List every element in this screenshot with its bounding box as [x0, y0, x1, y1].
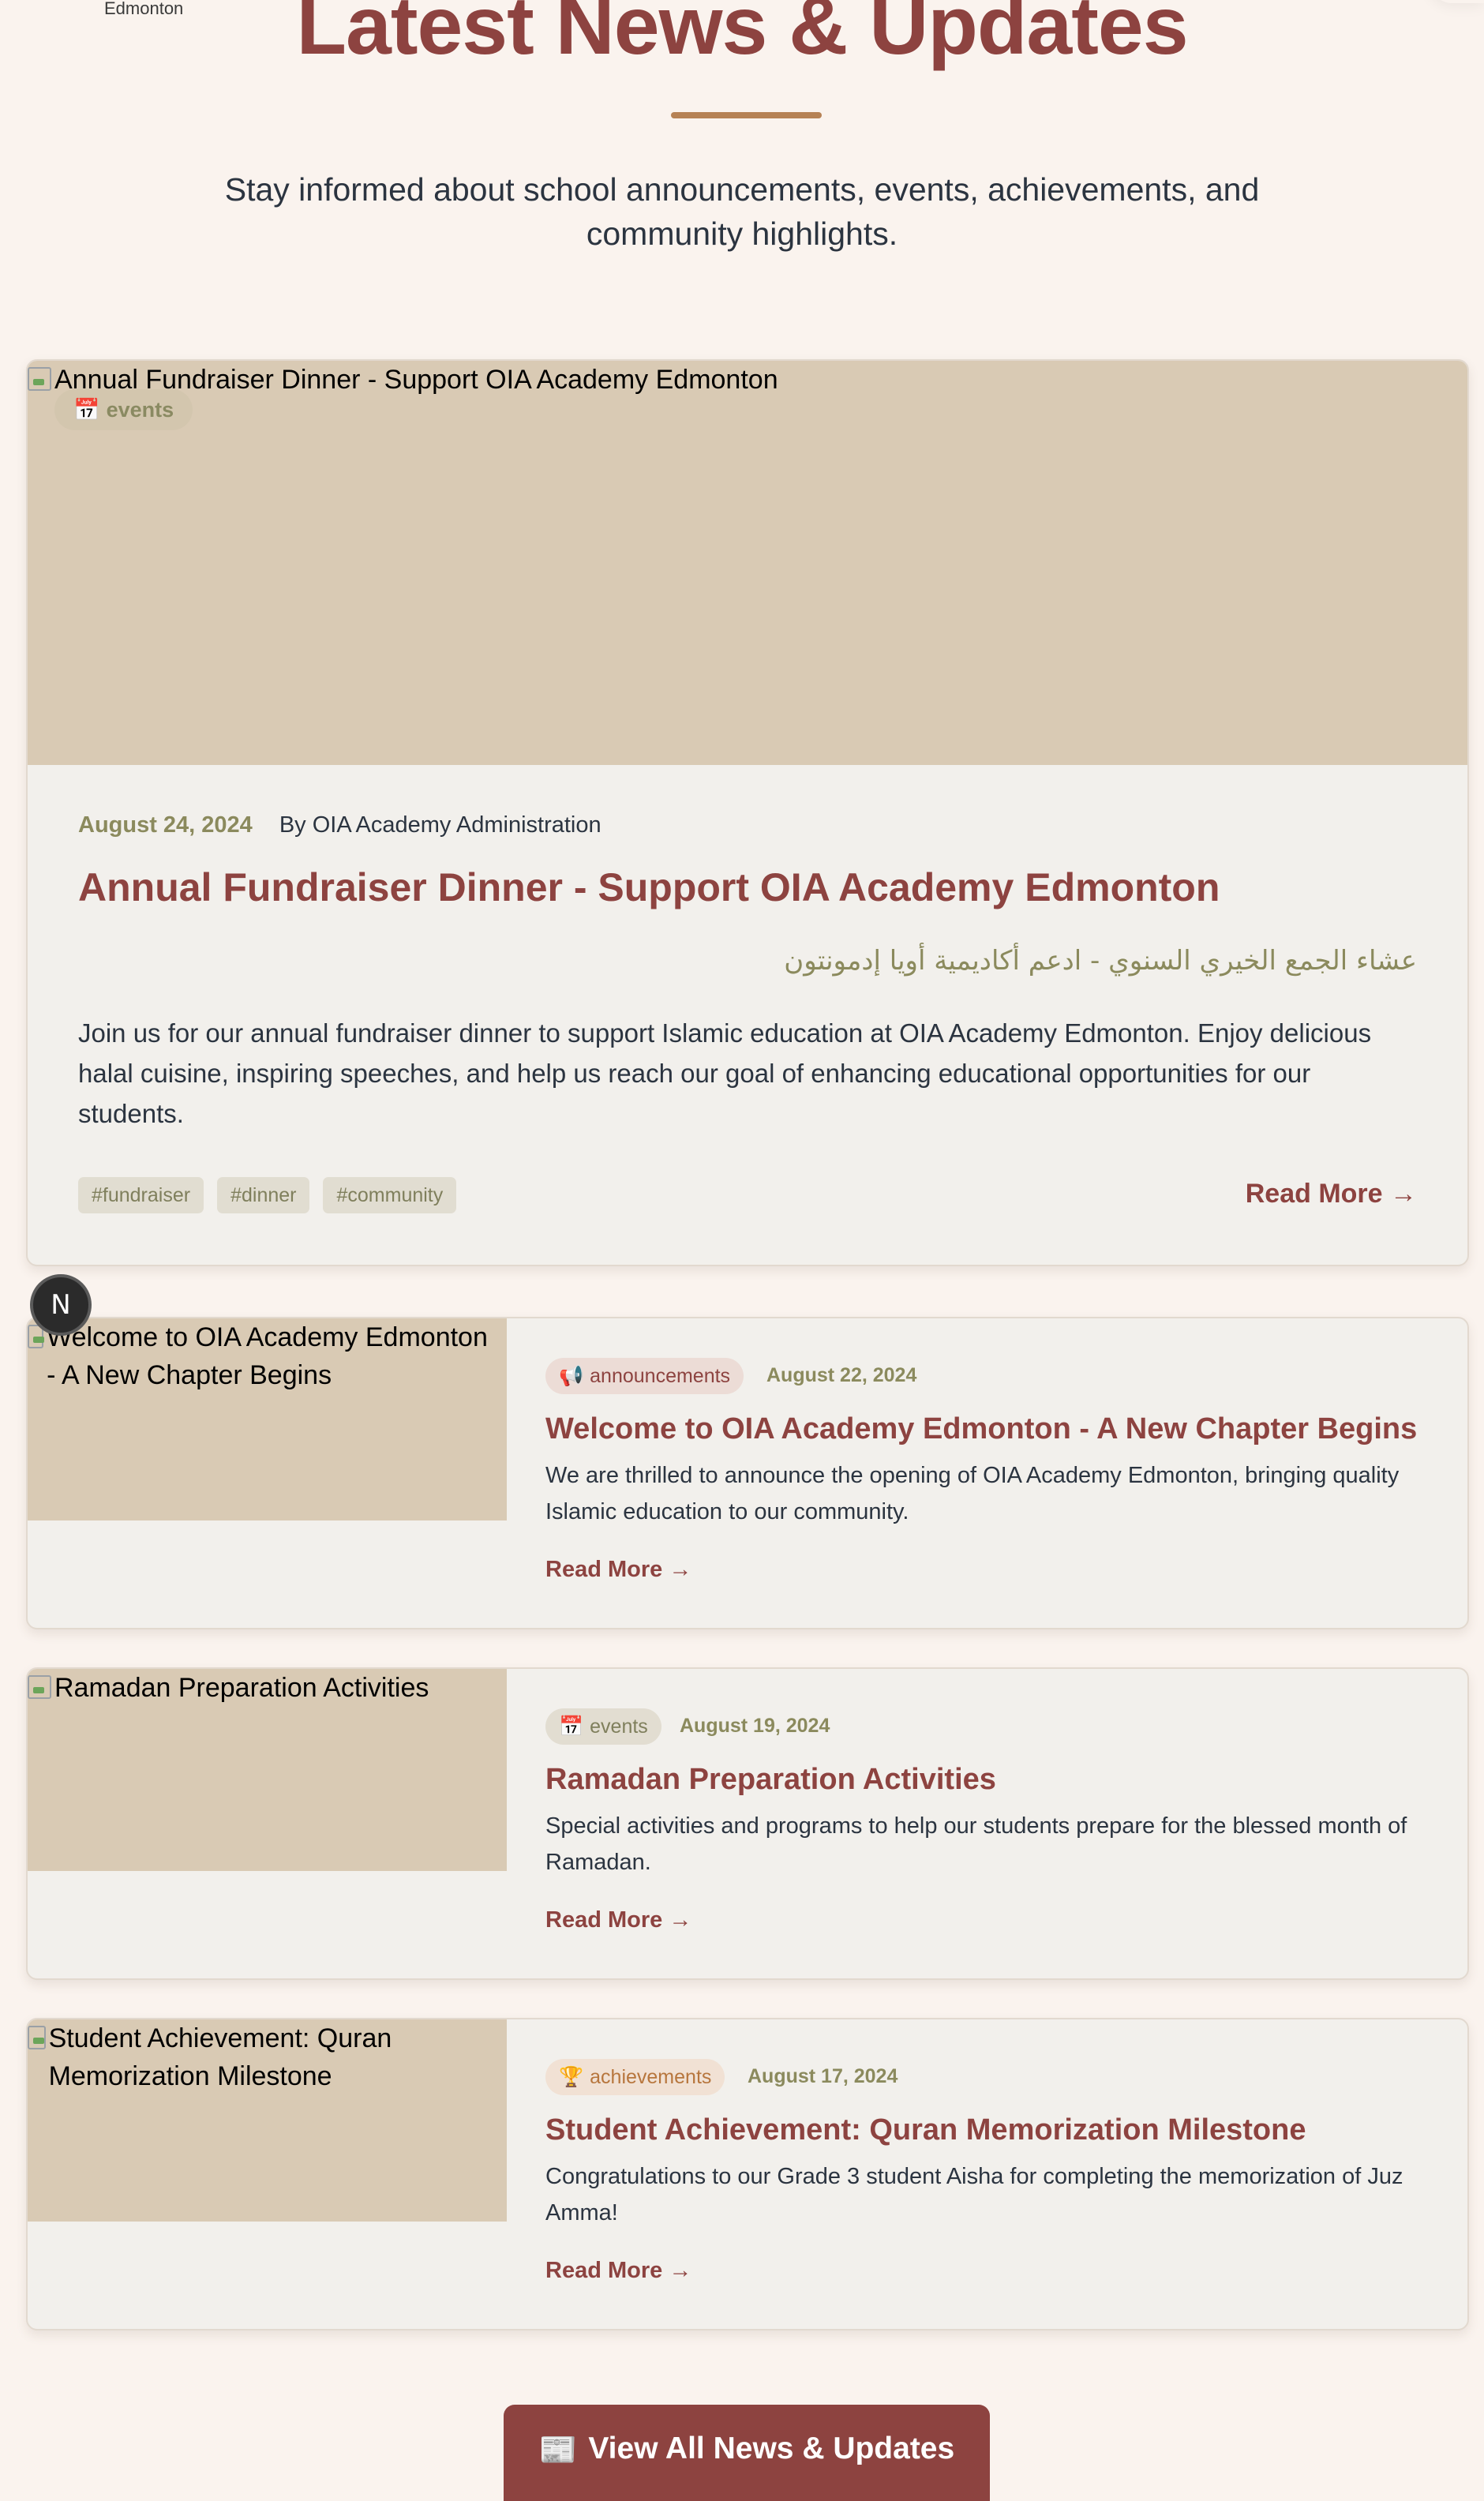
read-more-link[interactable]: Read More →	[1246, 1179, 1417, 1209]
article-date: August 19, 2024	[680, 1715, 830, 1737]
article-title[interactable]: Ramadan Preparation Activities	[545, 1759, 996, 1800]
article-author: By OIA Academy Administration	[279, 812, 601, 838]
article-excerpt: Special activities and programs to help …	[545, 1813, 1407, 1875]
news-card[interactable]: Welcome to OIA Academy Edmonton - A New …	[26, 1317, 1469, 1629]
article-title[interactable]: Annual Fundraiser Dinner - Support OIA A…	[78, 852, 1220, 923]
featured-image[interactable]: Annual Fundraiser Dinner - Support OIA A…	[28, 361, 1467, 765]
category-label: events	[106, 397, 174, 422]
category-badge: 📅 events	[545, 1708, 661, 1745]
tag[interactable]: #dinner	[217, 1177, 310, 1213]
image-alt-text: Welcome to OIA Academy Edmonton - A New …	[28, 1318, 501, 1394]
calendar-icon: 📅	[559, 1715, 584, 1738]
article-date: August 17, 2024	[748, 2065, 898, 2087]
newspaper-icon: 📰	[538, 2433, 578, 2467]
article-excerpt: Congratulations to our Grade 3 student A…	[545, 2164, 1403, 2225]
title-divider	[671, 112, 822, 118]
page-subtitle: Stay informed about school announcements…	[224, 171, 1260, 252]
category-badge: 🏆 achievements	[545, 2059, 725, 2095]
page-title: Latest News & Updates	[296, 0, 1188, 72]
image-alt-label: Student Achievement: Quran Memorization …	[48, 2023, 392, 2091]
article-title[interactable]: Welcome to OIA Academy Edmonton - A New …	[545, 1408, 1417, 1449]
broken-image-icon	[28, 367, 51, 391]
article-image[interactable]: Welcome to OIA Academy Edmonton - A New …	[28, 1318, 507, 1520]
article-excerpt: We are thrilled to announce the opening …	[545, 1463, 1400, 1524]
broken-image-icon	[28, 2026, 46, 2049]
article-title-arabic: عشاء الجمع الخيري السنوي - ادعم أكاديمية…	[784, 945, 1417, 977]
category-badge: 📢 announcements	[545, 1358, 744, 1394]
view-all-label: View All News & Updates	[588, 2432, 955, 2465]
tag[interactable]: #fundraiser	[78, 1177, 204, 1213]
image-alt-text: Ramadan Preparation Activities	[28, 1669, 501, 1707]
read-more-link[interactable]: Read More →	[545, 1907, 691, 1933]
trophy-icon: 🏆	[559, 2065, 584, 2088]
megaphone-icon: 📢	[559, 1364, 584, 1387]
category-label: achievements	[590, 2065, 712, 2088]
calendar-icon: 📅	[73, 398, 100, 422]
news-card[interactable]: Student Achievement: Quran Memorization …	[26, 2018, 1469, 2330]
article-image[interactable]: Student Achievement: Quran Memorization …	[28, 2019, 507, 2222]
article-date: August 22, 2024	[766, 1364, 917, 1386]
tag-list: #fundraiser #dinner #community	[78, 1177, 457, 1213]
view-all-news-button[interactable]: 📰 View All News & Updates	[504, 2405, 990, 2501]
category-label: announcements	[590, 1364, 731, 1387]
image-alt-label: Welcome to OIA Academy Edmonton - A New …	[47, 1322, 488, 1390]
category-badge: 📅 events	[54, 389, 193, 430]
read-more-link[interactable]: Read More →	[545, 2258, 691, 2284]
broken-image-icon	[28, 1675, 51, 1699]
article-body: Join us for our annual fundraiser dinner…	[78, 1018, 1372, 1128]
image-alt-label: Ramadan Preparation Activities	[54, 1673, 429, 1703]
featured-news-card[interactable]: Annual Fundraiser Dinner - Support OIA A…	[26, 359, 1469, 1266]
article-date: August 24, 2024	[78, 812, 253, 838]
article-image[interactable]: Ramadan Preparation Activities	[28, 1669, 507, 1871]
tag[interactable]: #community	[323, 1177, 457, 1213]
category-label: events	[590, 1715, 648, 1738]
image-alt-text: Student Achievement: Quran Memorization …	[28, 2019, 501, 2095]
news-card[interactable]: Ramadan Preparation Activities 📅 events …	[26, 1667, 1469, 1980]
article-meta: August 24, 2024 By OIA Academy Administr…	[78, 812, 601, 838]
article-title[interactable]: Student Achievement: Quran Memorization …	[545, 2109, 1306, 2150]
floating-n-button[interactable]: N	[30, 1274, 92, 1336]
read-more-link[interactable]: Read More →	[545, 1557, 691, 1583]
